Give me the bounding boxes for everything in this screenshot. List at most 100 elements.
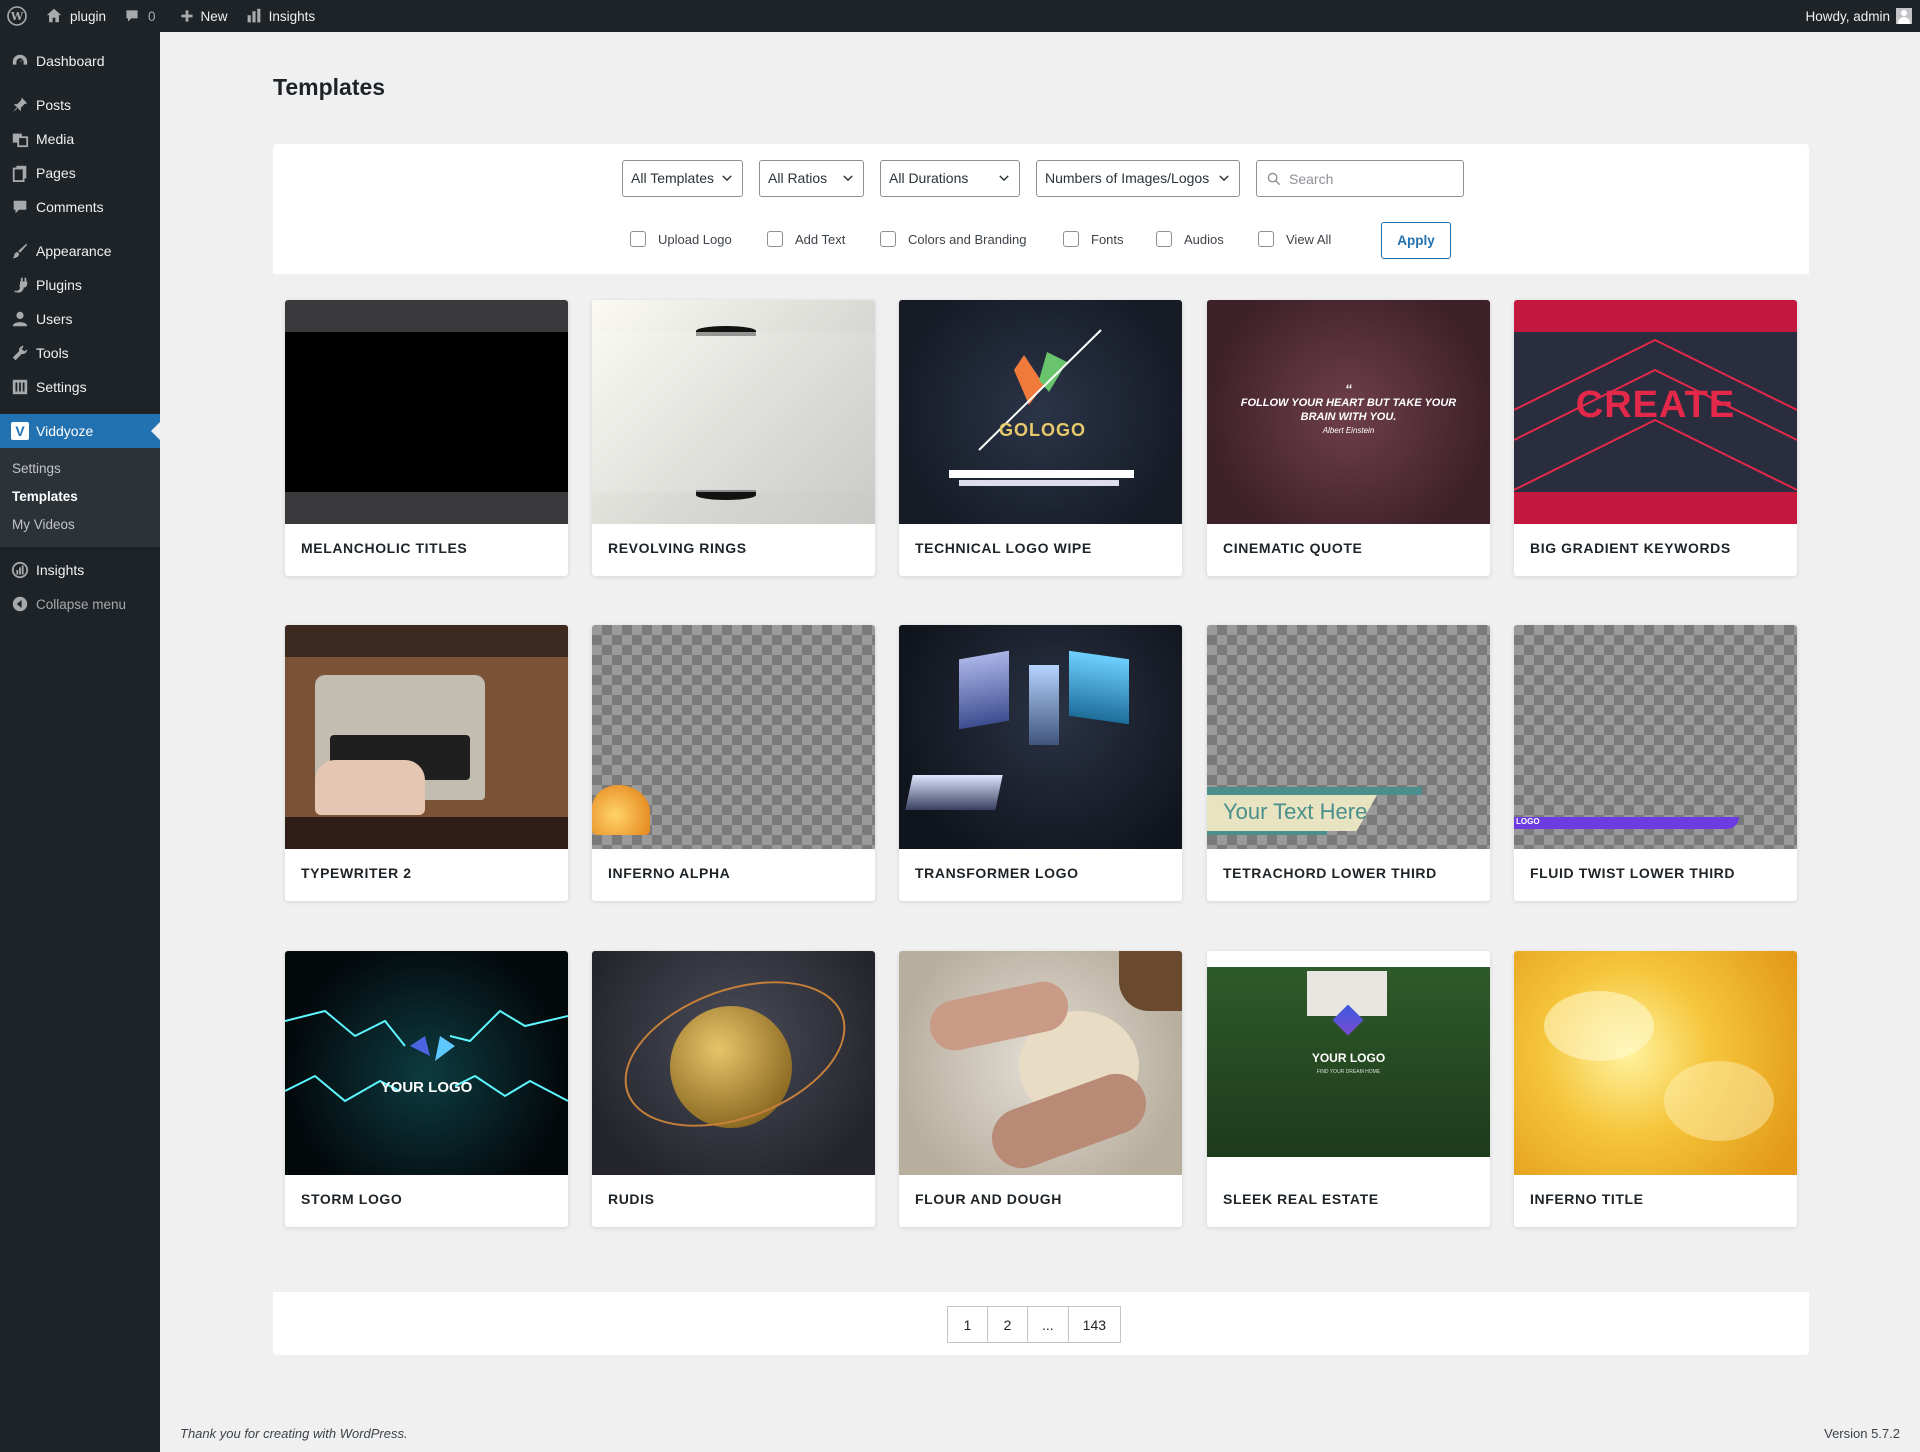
template-card[interactable]: INFERNO ALPHA xyxy=(592,625,875,901)
sidebar-item-media[interactable]: Media xyxy=(0,122,160,156)
checkbox-label: View All xyxy=(1286,231,1332,247)
template-card[interactable]: LOGO FLUID TWIST LOWER THIRD xyxy=(1514,625,1797,901)
insights-link[interactable]: Insights xyxy=(237,0,325,32)
checkbox-box[interactable] xyxy=(1156,231,1172,247)
admin-sidebar: Dashboard Posts Media Pages Comments App… xyxy=(0,32,160,1452)
sidebar-item-users[interactable]: Users xyxy=(0,302,160,336)
durations-select[interactable]: All Durations xyxy=(880,160,1020,197)
bar-chart-icon xyxy=(247,8,260,23)
page-link-1[interactable]: 1 xyxy=(947,1306,988,1343)
sidebar-item-plugins[interactable]: Plugins xyxy=(0,268,160,302)
page-title: Templates xyxy=(273,74,386,100)
template-thumbnail[interactable]: Your Text Here xyxy=(1207,625,1490,849)
template-thumbnail[interactable]: YOUR LOGO FIND YOUR DREAM HOME xyxy=(1207,951,1490,1175)
template-card[interactable]: YOUR LOGO STORM LOGO xyxy=(285,951,568,1227)
view-all-checkbox[interactable]: View All xyxy=(1258,231,1331,247)
template-thumbnail[interactable]: LOGO xyxy=(1514,625,1797,849)
template-thumbnail[interactable] xyxy=(285,625,568,849)
template-title: STORM LOGO xyxy=(301,1191,403,1207)
template-thumbnail[interactable] xyxy=(899,951,1182,1175)
quote-line-2: BRAIN WITH YOU. xyxy=(1300,411,1397,423)
sidebar-item-posts[interactable]: Posts xyxy=(0,88,160,122)
pagination: 1 2 ... 143 xyxy=(947,1306,1122,1343)
checkbox-box[interactable] xyxy=(767,231,783,247)
page-link-last[interactable]: 143 xyxy=(1067,1306,1122,1343)
checkbox-box[interactable] xyxy=(1258,231,1274,247)
template-card[interactable]: GOLOGO TECHNICAL LOGO WIPE xyxy=(899,300,1182,576)
sidebar-item-comments[interactable]: Comments xyxy=(0,190,160,224)
template-title: TRANSFORMER LOGO xyxy=(915,865,1079,881)
template-card[interactable]: TYPEWRITER 2 xyxy=(285,625,568,901)
submenu-my-videos[interactable]: My Videos xyxy=(0,511,160,539)
user-icon xyxy=(10,309,30,329)
site-name-link[interactable]: plugin xyxy=(36,0,115,32)
comments-link[interactable]: 0 xyxy=(115,0,165,32)
collapse-menu-button[interactable]: Collapse menu xyxy=(0,587,160,621)
sidebar-label: Viddyoze xyxy=(36,423,94,439)
template-thumbnail[interactable]: “ FOLLOW YOUR HEART BUT TAKE YOUR BRAIN … xyxy=(1207,300,1490,524)
template-thumbnail[interactable]: GOLOGO xyxy=(899,300,1182,524)
viddyoze-logo: V xyxy=(11,422,29,440)
storm-logo-text: YOUR LOGO xyxy=(380,1079,473,1096)
page-ellipsis: ... xyxy=(1027,1306,1069,1343)
sidebar-label: Pages xyxy=(36,165,76,181)
sidebar-item-settings[interactable]: Settings xyxy=(0,370,160,404)
template-thumbnail[interactable]: YOUR LOGO xyxy=(285,951,568,1175)
template-card[interactable]: CREATE BIG GRADIENT KEYWORDS xyxy=(1514,300,1797,576)
template-thumbnail[interactable]: CREATE xyxy=(1514,300,1797,524)
sidebar-label: Collapse menu xyxy=(36,596,127,612)
fonts-checkbox[interactable]: Fonts xyxy=(1063,231,1124,247)
fluid-logo-text: LOGO xyxy=(1516,817,1540,826)
collapse-icon xyxy=(10,594,30,614)
template-thumbnail[interactable] xyxy=(1514,951,1797,1175)
template-card[interactable]: REVOLVING RINGS xyxy=(592,300,875,576)
template-thumbnail[interactable] xyxy=(592,300,875,524)
my-account[interactable]: Howdy, admin xyxy=(1805,8,1920,24)
template-card[interactable]: MELANCHOLIC TITLES xyxy=(285,300,568,576)
colors-branding-checkbox[interactable]: Colors and Branding xyxy=(880,231,1027,247)
filter-panel: All Templates All Ratios All Durations N… xyxy=(273,144,1809,274)
submenu-settings[interactable]: Settings xyxy=(0,455,160,483)
template-card[interactable]: RUDIS xyxy=(592,951,875,1227)
pagination-panel: 1 2 ... 143 xyxy=(273,1292,1809,1355)
checkbox-label: Upload Logo xyxy=(658,231,732,247)
template-card[interactable]: Your Text Here TETRACHORD LOWER THIRD xyxy=(1207,625,1490,901)
page-link-2[interactable]: 2 xyxy=(987,1306,1028,1343)
ratios-select[interactable]: All Ratios xyxy=(759,160,864,197)
checkbox-box[interactable] xyxy=(1063,231,1079,247)
template-card[interactable]: TRANSFORMER LOGO xyxy=(899,625,1182,901)
sidebar-item-appearance[interactable]: Appearance xyxy=(0,234,160,268)
search-input[interactable] xyxy=(1289,170,1449,187)
apply-button[interactable]: Apply xyxy=(1381,222,1451,259)
sidebar-item-insights[interactable]: Insights xyxy=(0,553,160,587)
add-text-checkbox[interactable]: Add Text xyxy=(767,231,845,247)
settings-icon xyxy=(10,377,30,397)
sidebar-item-pages[interactable]: Pages xyxy=(0,156,160,190)
upload-logo-checkbox[interactable]: Upload Logo xyxy=(630,231,732,247)
checkbox-box[interactable] xyxy=(880,231,896,247)
admin-bar: W plugin 0 New Insights Howdy, admin xyxy=(0,0,1920,32)
template-card[interactable]: YOUR LOGO FIND YOUR DREAM HOME SLEEK REA… xyxy=(1207,951,1490,1227)
sidebar-item-dashboard[interactable]: Dashboard xyxy=(0,44,160,78)
checkbox-box[interactable] xyxy=(630,231,646,247)
new-label: New xyxy=(200,8,228,24)
submenu-templates[interactable]: Templates xyxy=(0,483,160,511)
template-thumbnail[interactable] xyxy=(899,625,1182,849)
images-logos-select[interactable]: Numbers of Images/Logos xyxy=(1036,160,1240,197)
template-card[interactable]: “ FOLLOW YOUR HEART BUT TAKE YOUR BRAIN … xyxy=(1207,300,1490,576)
template-card[interactable]: INFERNO TITLE xyxy=(1514,951,1797,1227)
sidebar-label: Users xyxy=(36,311,73,327)
sidebar-item-viddyoze[interactable]: V Viddyoze xyxy=(0,414,160,448)
templates-select[interactable]: All Templates xyxy=(622,160,743,197)
checkbox-label: Colors and Branding xyxy=(908,231,1027,247)
template-thumbnail[interactable] xyxy=(592,625,875,849)
template-title: TYPEWRITER 2 xyxy=(301,865,412,881)
template-thumbnail[interactable] xyxy=(592,951,875,1175)
audios-checkbox[interactable]: Audios xyxy=(1156,231,1224,247)
new-content-link[interactable]: New xyxy=(171,0,237,32)
template-card[interactable]: FLOUR AND DOUGH xyxy=(899,951,1182,1227)
template-thumbnail[interactable] xyxy=(285,300,568,524)
wordpress-logo-icon[interactable]: W xyxy=(0,0,36,32)
sidebar-item-tools[interactable]: Tools xyxy=(0,336,160,370)
checkbox-label: Audios xyxy=(1184,231,1224,247)
